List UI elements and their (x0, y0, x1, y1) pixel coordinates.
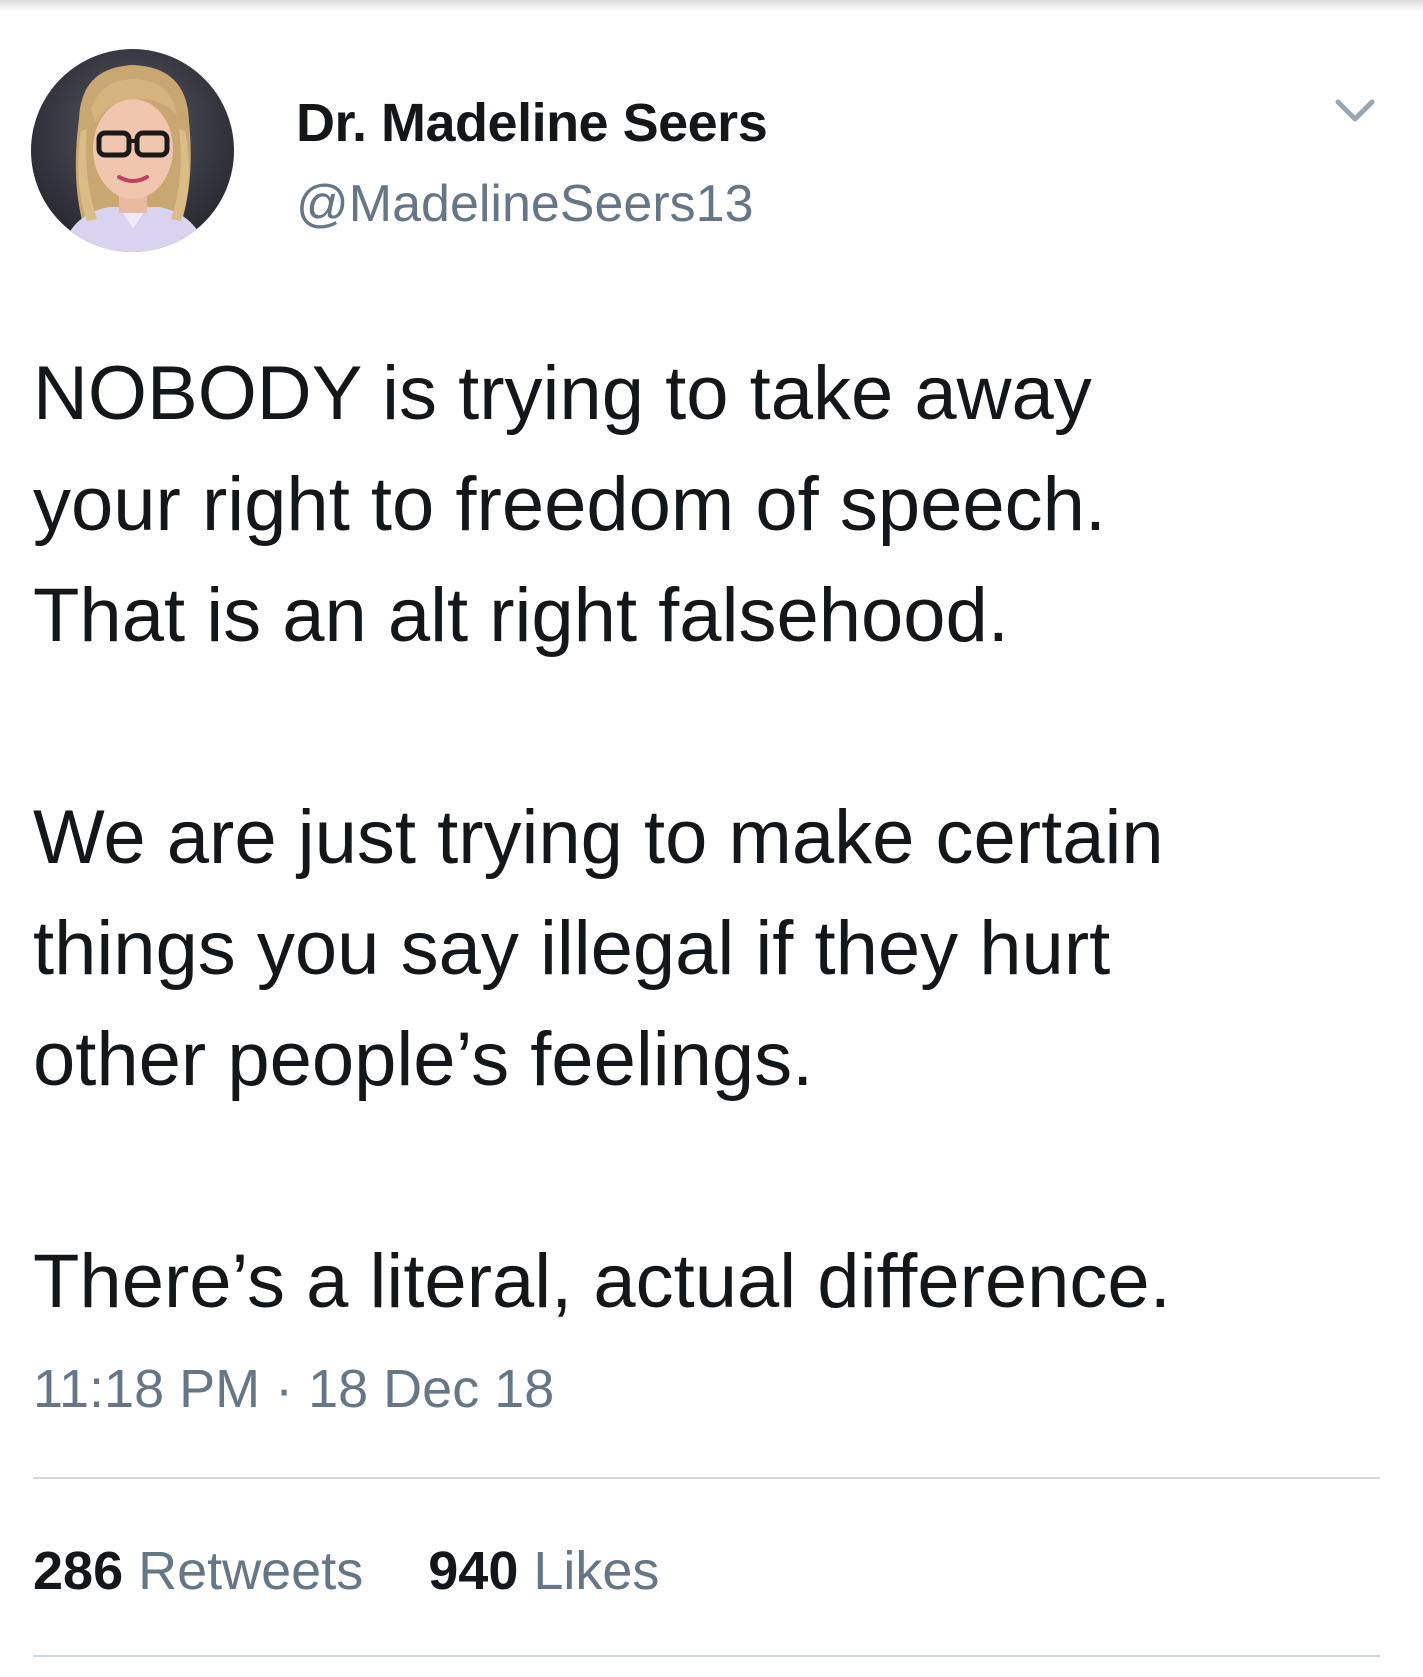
retweets-label: Retweets (138, 1541, 364, 1601)
tweet-paragraph: We are just trying to make certain thing… (33, 782, 1393, 1115)
avatar[interactable] (31, 49, 234, 252)
tweet-line: other people’s feelings. (33, 1017, 814, 1102)
tweet-line: things you say illegal if they hurt (33, 906, 1111, 991)
author-handle[interactable]: @MadelineSeers13 (296, 174, 754, 234)
chevron-down-icon[interactable] (1330, 92, 1380, 132)
tweet-timestamp[interactable]: 11:18 PM · 18 Dec 18 (33, 1358, 554, 1420)
tweet-paragraph: There’s a literal, actual difference. (33, 1226, 1393, 1337)
retweets-count: 286 (33, 1541, 124, 1601)
retweets-stat[interactable]: 286 Retweets (33, 1540, 363, 1602)
tweet-line: We are just trying to make certain (33, 795, 1164, 880)
top-edge-shadow (0, 0, 1423, 12)
divider (33, 1655, 1380, 1657)
tweet-line: That is an alt right falsehood. (33, 573, 1009, 658)
avatar-photo (31, 49, 234, 252)
divider (33, 1477, 1380, 1479)
tweet-paragraph: NOBODY is trying to take away your right… (33, 338, 1393, 671)
tweet-text: NOBODY is trying to take away your right… (33, 338, 1393, 1337)
likes-stat[interactable]: 940 Likes (428, 1540, 659, 1602)
tweet-line: NOBODY is trying to take away (33, 351, 1092, 436)
likes-label: Likes (533, 1541, 660, 1601)
tweet-stats: 286 Retweets 940 Likes (33, 1540, 659, 1602)
tweet-line: your right to freedom of speech. (33, 462, 1107, 547)
likes-count: 940 (428, 1541, 519, 1601)
tweet-line: There’s a literal, actual difference. (33, 1239, 1171, 1324)
author-name[interactable]: Dr. Madeline Seers (296, 92, 768, 154)
